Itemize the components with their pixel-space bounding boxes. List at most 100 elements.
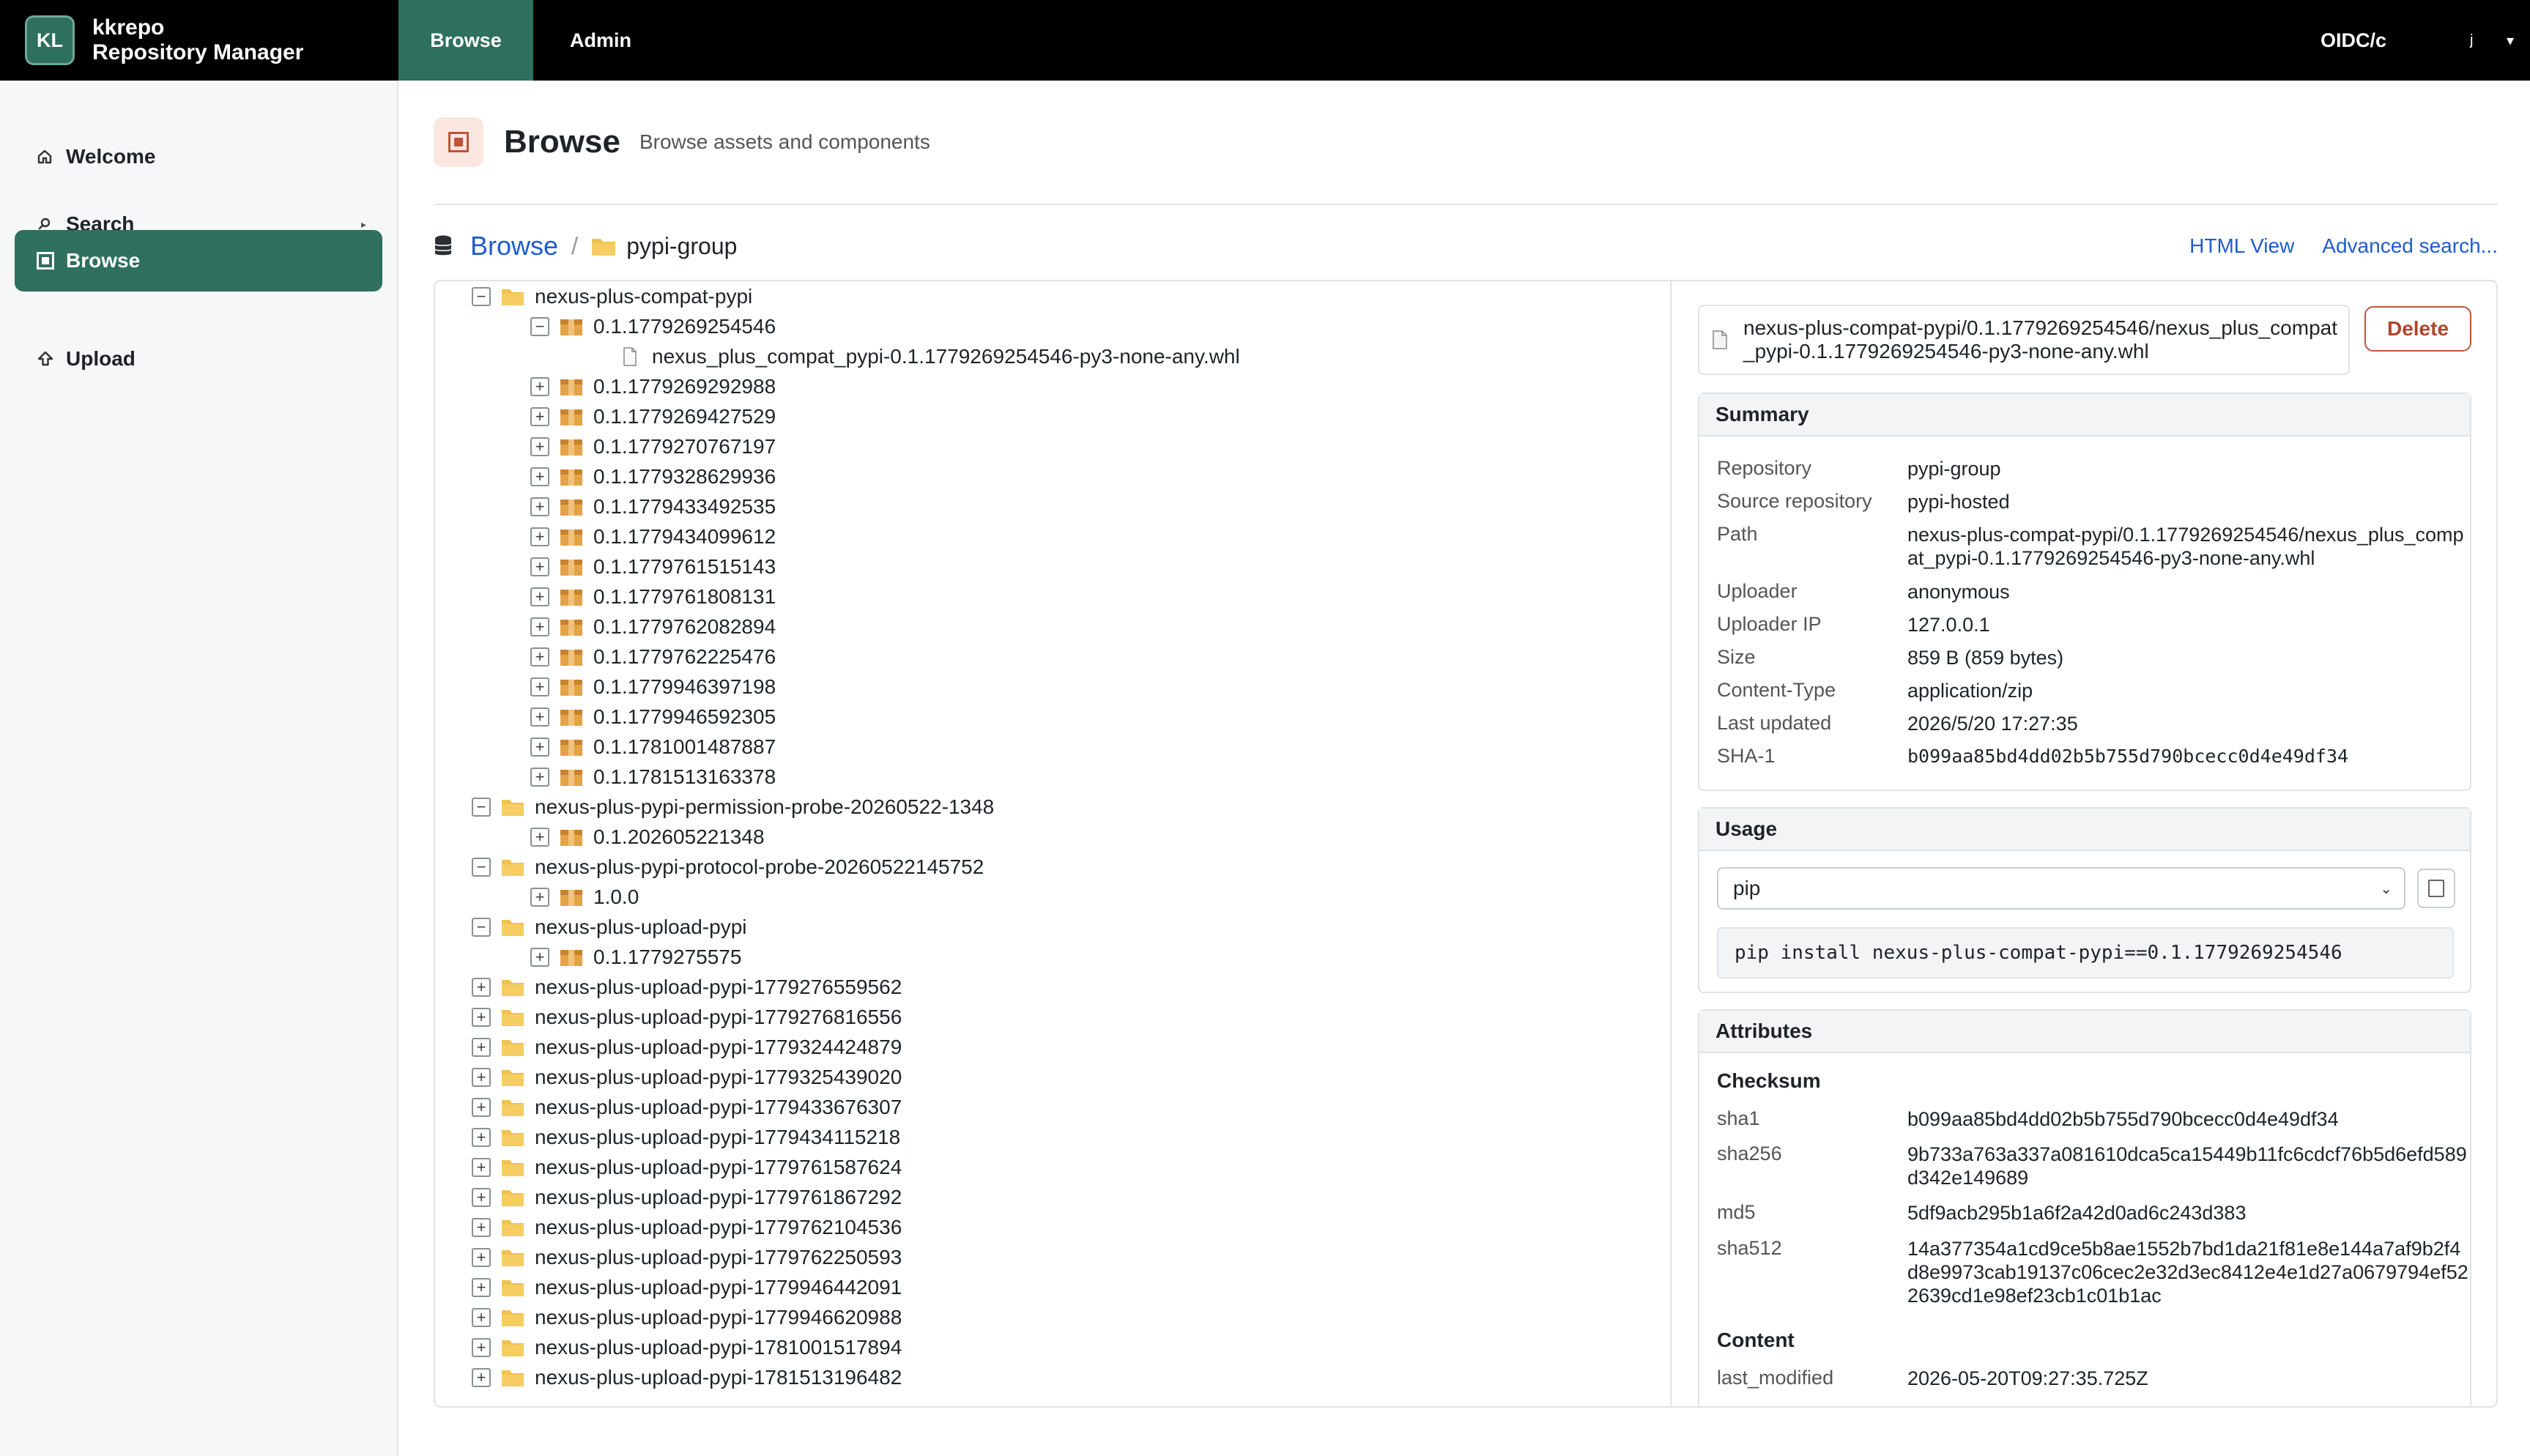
top-nav-browse[interactable]: Browse — [398, 0, 533, 81]
tree-row[interactable]: + nexus-plus-upload-pypi-1779276559562 — [472, 972, 902, 1002]
expand-icon[interactable]: + — [530, 767, 549, 787]
expand-icon[interactable]: + — [472, 1217, 491, 1237]
tree-row[interactable]: +0.1.1779946592305 — [530, 702, 776, 732]
tree-row[interactable]: − nexus-plus-pypi-protocol-probe-20260522… — [472, 852, 984, 882]
tree-row[interactable]: + nexus-plus-upload-pypi-1779761867292 — [472, 1182, 902, 1212]
expand-icon[interactable]: + — [472, 1007, 491, 1027]
expand-icon[interactable]: + — [472, 1097, 491, 1117]
tree-row[interactable]: +0.1.1779946397198 — [530, 672, 776, 702]
tree-row[interactable]: +0.1.1781001487887 — [530, 732, 776, 762]
tree-row[interactable]: +0.1.1781513163378 — [530, 762, 776, 792]
expand-icon[interactable]: + — [530, 467, 549, 486]
tree-row[interactable]: + nexus-plus-upload-pypi-1781513196482 — [472, 1362, 902, 1392]
tree-row[interactable]: +0.1.1779269292988 — [530, 371, 776, 401]
breadcrumb-root-link[interactable]: Browse — [470, 231, 558, 261]
tree-row[interactable]: + nexus-plus-upload-pypi-1779325439020 — [472, 1062, 902, 1092]
expand-icon[interactable]: + — [472, 1277, 491, 1297]
tree-row[interactable]: + nexus-plus-upload-pypi-1779762250593 — [472, 1242, 902, 1272]
expand-icon[interactable]: + — [530, 617, 549, 636]
asset-tree[interactable]: − nexus-plus-compat-pypi − 0.1.177926925454… — [435, 281, 1672, 1406]
folder-icon — [501, 1338, 524, 1357]
sidebar-item-upload[interactable]: Upload — [15, 328, 382, 390]
tree-row[interactable]: + nexus-plus-upload-pypi-1779324424879 — [472, 1032, 902, 1062]
collapse-icon[interactable]: − — [472, 857, 491, 877]
advanced-search-link[interactable]: Advanced search... — [2322, 234, 2498, 258]
expand-icon[interactable]: + — [530, 677, 549, 697]
tree-row[interactable]: +0.1.202605221348 — [530, 822, 765, 852]
tree-row[interactable]: − 0.1.1779269254546 — [530, 311, 776, 341]
tree-row[interactable]: + nexus-plus-upload-pypi-1779762104536 — [472, 1212, 902, 1242]
expand-icon[interactable]: + — [530, 437, 549, 456]
tree-row[interactable]: +0.1.1779270767197 — [530, 431, 776, 461]
expand-icon[interactable]: + — [472, 977, 491, 997]
expand-icon[interactable]: + — [472, 1037, 491, 1057]
tree-row[interactable]: + nexus-plus-upload-pypi-1781001517894 — [472, 1332, 902, 1362]
expand-icon[interactable]: + — [530, 737, 549, 757]
user-menu[interactable]: j ▾ — [2470, 0, 2514, 81]
tree-row[interactable]: − nexus-plus-pypi-permission-probe-202605… — [472, 792, 994, 822]
collapse-icon[interactable]: − — [530, 316, 549, 336]
expand-icon[interactable]: + — [530, 376, 549, 396]
expand-icon[interactable]: + — [472, 1187, 491, 1207]
folder-icon — [501, 287, 524, 306]
expand-icon[interactable]: + — [530, 827, 549, 847]
tree-row[interactable]: + nexus-plus-upload-pypi-1779434115218 — [472, 1122, 900, 1152]
tree-row[interactable]: +0.1.1779762082894 — [530, 612, 776, 642]
tree-row[interactable]: +0.1.1779433492535 — [530, 491, 776, 521]
usage-format-select[interactable]: pip ⌄ — [1717, 867, 2405, 910]
expand-icon[interactable]: + — [472, 1067, 491, 1087]
copy-icon[interactable] — [2417, 869, 2455, 908]
tree-row[interactable]: +0.1.1779762225476 — [530, 642, 776, 672]
sidebar-item-browse[interactable]: Browse — [15, 230, 382, 291]
tree-row[interactable]: − nexus-plus-compat-pypi — [472, 281, 752, 311]
expand-icon[interactable]: + — [472, 1337, 491, 1357]
package-icon — [560, 828, 583, 847]
user-name[interactable]: OIDC/c — [2321, 0, 2386, 81]
collapse-icon[interactable]: − — [472, 286, 491, 306]
expand-icon[interactable]: + — [530, 557, 549, 576]
tree-row[interactable]: +1.0.0 — [530, 882, 639, 912]
usage-card: Usage pip ⌄ pip install nexus-plus-compa… — [1698, 807, 2471, 993]
expand-icon[interactable]: + — [472, 1307, 491, 1327]
expand-icon[interactable]: + — [530, 406, 549, 426]
expand-icon[interactable]: + — [530, 647, 549, 666]
html-view-link[interactable]: HTML View — [2189, 234, 2294, 258]
expand-icon[interactable]: + — [472, 1127, 491, 1147]
package-icon — [560, 738, 583, 757]
expand-icon[interactable]: + — [472, 1247, 491, 1267]
tree-row[interactable]: + nexus-plus-upload-pypi-1779946442091 — [472, 1272, 902, 1302]
tree-row[interactable]: + nexus-plus-upload-pypi-1779276816556 — [472, 1002, 902, 1032]
package-icon — [560, 407, 583, 426]
tree-row[interactable]: + nexus-plus-upload-pypi-1779433676307 — [472, 1092, 902, 1122]
collapse-icon[interactable]: − — [472, 917, 491, 937]
collapse-icon[interactable]: − — [472, 797, 491, 817]
tree-row[interactable]: − nexus-plus-upload-pypi — [472, 912, 747, 942]
page-header: Browse Browse assets and components — [434, 116, 930, 168]
top-nav-admin[interactable]: Admin — [533, 0, 668, 81]
delete-button[interactable]: Delete — [2364, 306, 2471, 352]
tree-row[interactable]: +0.1.1779269427529 — [530, 401, 776, 431]
tree-row[interactable]: +0.1.1779761808131 — [530, 582, 776, 612]
tree-row[interactable]: + nexus-plus-upload-pypi-1779946620988 — [472, 1302, 902, 1332]
expand-icon[interactable]: + — [472, 1157, 491, 1177]
tree-row[interactable]: +0.1.1779434099612 — [530, 521, 776, 551]
folder-icon — [501, 1218, 524, 1237]
tree-row[interactable]: +0.1.1779328629936 — [530, 461, 776, 491]
tree-row-label: nexus-plus-upload-pypi-1779761587624 — [535, 1155, 902, 1178]
tree-row-label: 0.1.1779946397198 — [593, 675, 776, 698]
expand-icon[interactable]: + — [530, 587, 549, 606]
tree-row[interactable]: +0.1.1779761515143 — [530, 551, 776, 582]
sidebar: Welcome Search ▸ Browse Upload — [0, 81, 398, 1456]
expand-icon[interactable]: + — [530, 527, 549, 546]
expand-icon[interactable]: + — [530, 707, 549, 727]
browse-actions: HTML View Advanced search... — [2162, 224, 2498, 268]
expand-icon[interactable]: + — [472, 1367, 491, 1387]
expand-icon[interactable]: + — [530, 497, 549, 516]
expand-icon[interactable]: + — [530, 947, 549, 967]
brand[interactable]: KL kkrepo Repository Manager — [0, 0, 398, 81]
tree-row[interactable]: nexus_plus_compat_pypi-0.1.1779269254546… — [577, 341, 1633, 371]
sidebar-item-welcome[interactable]: Welcome — [15, 126, 382, 187]
expand-icon[interactable]: + — [530, 887, 549, 907]
tree-row[interactable]: +0.1.1779275575 — [530, 942, 741, 972]
tree-row[interactable]: + nexus-plus-upload-pypi-1779761587624 — [472, 1152, 902, 1182]
